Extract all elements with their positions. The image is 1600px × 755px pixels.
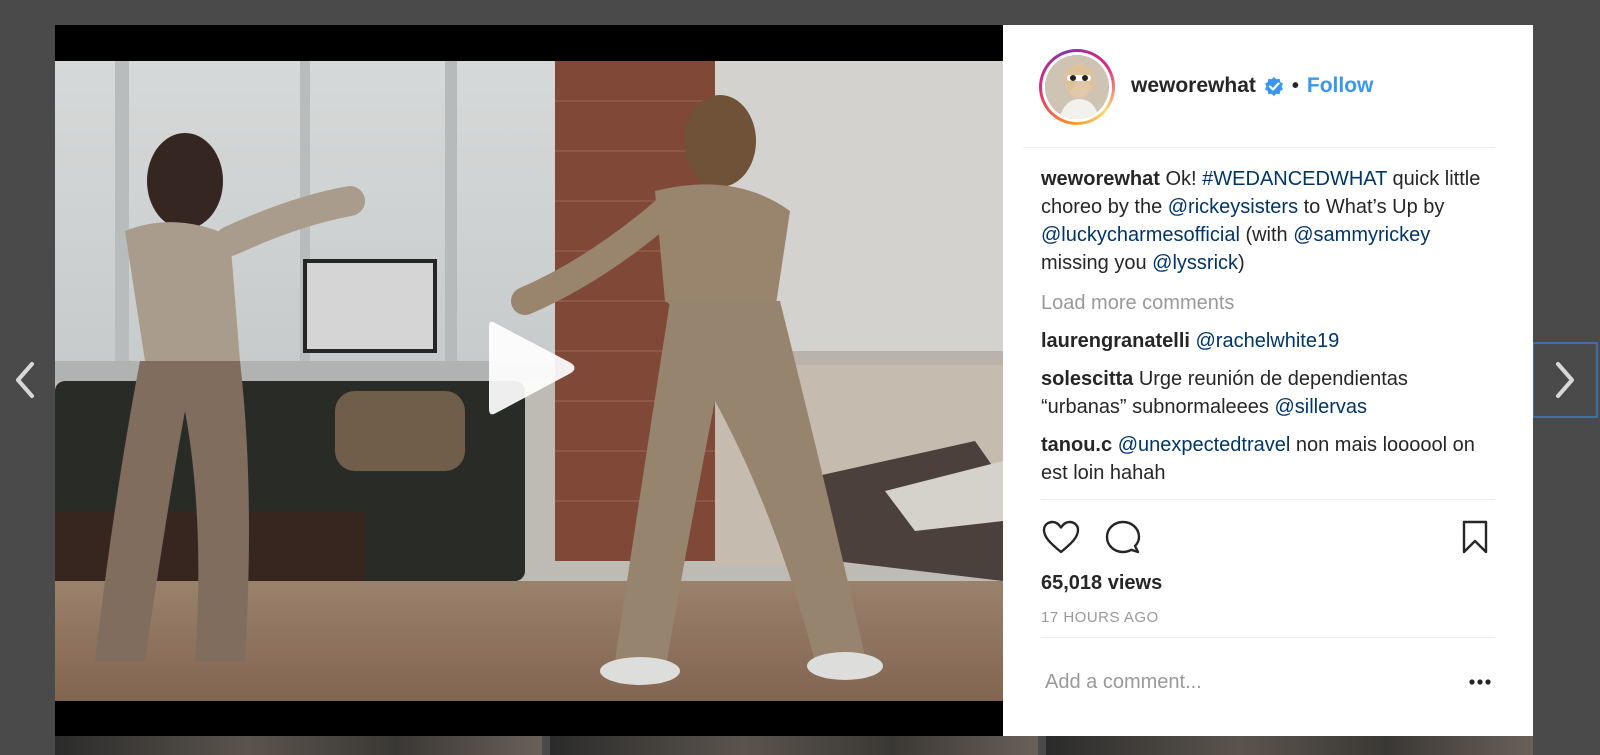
comment-item: laurengranatelli @rachelwhite19 (1041, 327, 1495, 355)
chevron-left-icon (16, 362, 34, 398)
avatar (1045, 55, 1109, 119)
next-post-button[interactable] (1532, 342, 1598, 418)
save-button[interactable] (1455, 517, 1495, 557)
comment-username[interactable]: laurengranatelli (1041, 330, 1190, 352)
separator-dot: • (1291, 74, 1299, 97)
more-dots-icon (1469, 679, 1491, 685)
mention-link[interactable]: @sammyrickey (1293, 224, 1430, 246)
background-thumbnail-strip (55, 735, 1533, 755)
load-more-comments-button[interactable]: Load more comments (1041, 289, 1495, 317)
chevron-right-icon (1556, 362, 1574, 398)
post-modal: weworewhat • Follow weworewhat Ok! #WEDA… (55, 25, 1533, 736)
post-caption: weworewhat Ok! #WEDANCEDWHAT quick littl… (1041, 165, 1495, 277)
post-details-panel: weworewhat • Follow weworewhat Ok! #WEDA… (1003, 25, 1533, 736)
mention-link[interactable]: @luckycharmesofficial (1041, 224, 1240, 246)
view-count: 65,018 views (1041, 572, 1163, 594)
comment-username[interactable]: tanou.c (1041, 434, 1112, 456)
caption-username[interactable]: weworewhat (1041, 168, 1160, 190)
heart-icon (1042, 520, 1080, 554)
bookmark-icon (1462, 520, 1488, 554)
thumbnail[interactable] (550, 735, 1038, 755)
comment-button[interactable] (1103, 517, 1143, 557)
play-icon (489, 321, 575, 415)
post-media[interactable] (55, 25, 1003, 736)
username-link[interactable]: weworewhat (1131, 74, 1256, 98)
post-actions-section: 65,018 views 17 HOURS AGO (1041, 499, 1495, 626)
mention-link[interactable]: @lyssrick (1152, 252, 1238, 274)
comment-bubble-icon (1105, 520, 1141, 554)
mention-link[interactable]: @sillervas (1274, 396, 1367, 418)
hashtag-link[interactable]: #WEDANCEDWHAT (1202, 168, 1387, 190)
add-comment-bar (1041, 637, 1495, 726)
post-header: weworewhat • Follow (1023, 25, 1495, 148)
comments-list: weworewhat Ok! #WEDANCEDWHAT quick littl… (1041, 165, 1495, 497)
thumbnail[interactable] (55, 735, 543, 755)
action-bar (1041, 502, 1495, 572)
previous-post-button[interactable] (0, 342, 50, 418)
like-button[interactable] (1041, 517, 1081, 557)
mention-link[interactable]: @rickeysisters (1168, 196, 1298, 218)
more-options-button[interactable] (1465, 667, 1495, 697)
mention-link[interactable]: @unexpectedtravel (1118, 434, 1291, 456)
avatar-image (1045, 55, 1109, 119)
avatar-story-ring[interactable] (1039, 49, 1115, 125)
mention-link[interactable]: @rachelwhite19 (1196, 330, 1340, 352)
play-button[interactable] (475, 313, 585, 423)
post-timestamp[interactable]: 17 HOURS AGO (1041, 609, 1495, 626)
comment-item: solescitta Urge reunión de dependientas … (1041, 368, 1408, 418)
comment-item: tanou.c @unexpectedtravel non mais loooo… (1041, 434, 1475, 484)
thumbnail[interactable] (1045, 735, 1533, 755)
comment-username[interactable]: solescitta (1041, 368, 1133, 390)
follow-button[interactable]: Follow (1307, 74, 1374, 98)
comment-input[interactable] (1041, 670, 1465, 694)
verified-badge-icon (1264, 76, 1284, 96)
